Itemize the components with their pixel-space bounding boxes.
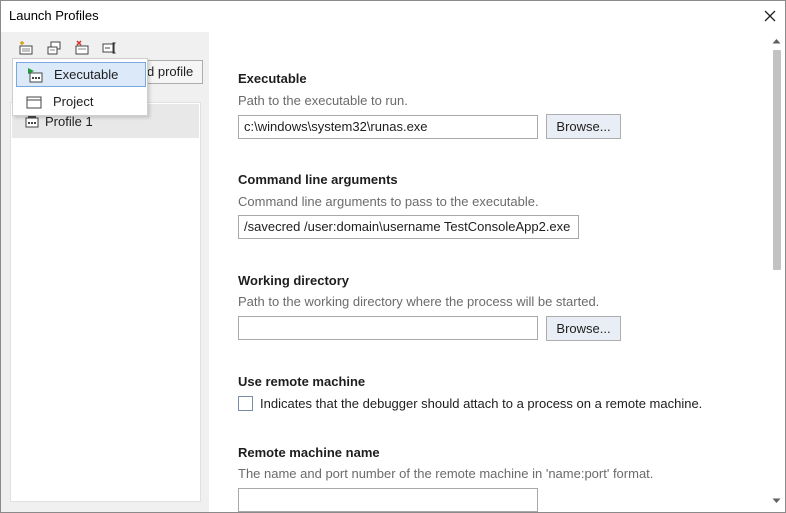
remote-machine-checkbox[interactable] bbox=[238, 396, 253, 411]
delete-profile-button[interactable] bbox=[71, 38, 93, 58]
working-directory-description: Path to the working directory where the … bbox=[238, 294, 600, 309]
title-bar: Launch Profiles bbox=[1, 1, 785, 31]
rename-profile-button[interactable] bbox=[99, 38, 121, 58]
remote-machine-name-title: Remote machine name bbox=[238, 445, 380, 460]
remote-machine-title: Use remote machine bbox=[238, 374, 366, 389]
launch-profiles-window: Launch Profiles d profile Profile 1 Exec… bbox=[0, 0, 786, 513]
new-profile-icon bbox=[19, 41, 33, 55]
executable-browse-button[interactable]: Browse... bbox=[546, 114, 621, 139]
executable-description: Path to the executable to run. bbox=[238, 93, 408, 108]
profile-settings: Executable Path to the executable to run… bbox=[210, 32, 768, 512]
executable-icon bbox=[28, 67, 43, 82]
delete-profile-icon bbox=[75, 40, 89, 55]
executable-title: Executable bbox=[238, 71, 307, 86]
profile-list: Profile 1 bbox=[10, 102, 201, 502]
close-icon bbox=[764, 10, 776, 22]
scrollbar-thumb[interactable] bbox=[773, 50, 781, 270]
scroll-up-icon[interactable] bbox=[772, 38, 781, 44]
vertical-scrollbar[interactable] bbox=[768, 32, 785, 512]
arguments-title: Command line arguments bbox=[238, 172, 398, 187]
copy-profile-icon bbox=[47, 41, 61, 55]
menu-item-project[interactable]: Project bbox=[16, 89, 146, 114]
new-profile-button[interactable] bbox=[15, 38, 37, 58]
remote-machine-name-description: The name and port number of the remote m… bbox=[238, 466, 654, 481]
arguments-description: Command line arguments to pass to the ex… bbox=[238, 194, 539, 209]
rename-profile-icon bbox=[102, 42, 116, 54]
new-profile-dropdown: Executable Project bbox=[12, 58, 148, 116]
arguments-input[interactable]: /savecred /user:domain\username TestCons… bbox=[238, 215, 579, 239]
project-icon bbox=[26, 96, 42, 108]
scroll-down-icon[interactable] bbox=[772, 498, 781, 504]
working-directory-input[interactable] bbox=[238, 316, 538, 340]
window-title: Launch Profiles bbox=[9, 8, 99, 23]
menu-item-executable[interactable]: Executable bbox=[16, 62, 146, 87]
menu-item-label: Executable bbox=[54, 67, 119, 82]
copy-profile-button[interactable] bbox=[43, 38, 65, 58]
remote-machine-name-input[interactable] bbox=[238, 488, 538, 512]
menu-item-label: Project bbox=[53, 94, 94, 109]
working-directory-title: Working directory bbox=[238, 273, 350, 288]
executable-input[interactable]: c:\windows\system32\runas.exe bbox=[238, 115, 538, 139]
remote-machine-checkbox-label: Indicates that the debugger should attac… bbox=[260, 396, 703, 411]
profiles-toolbar bbox=[15, 38, 121, 58]
working-directory-browse-button[interactable]: Browse... bbox=[546, 316, 621, 341]
close-button[interactable] bbox=[755, 1, 785, 31]
